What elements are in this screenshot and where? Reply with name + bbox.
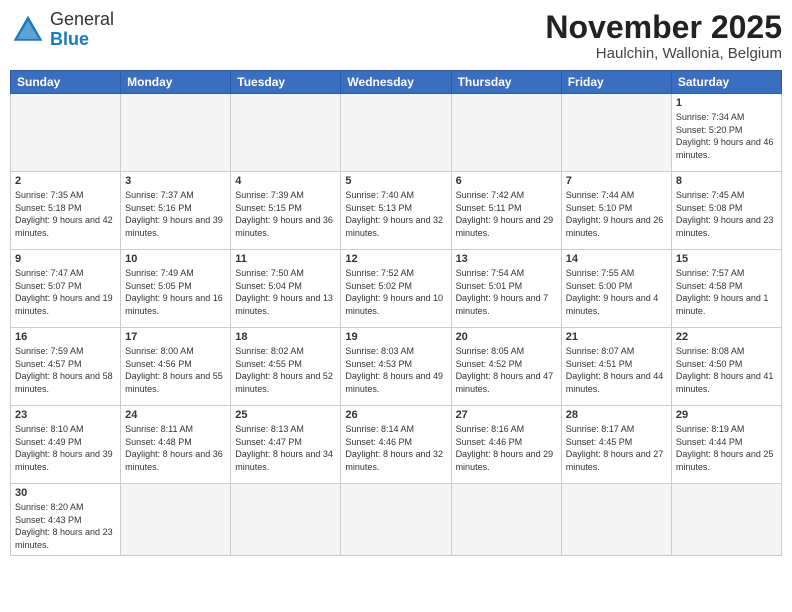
day-27: 27 Sunrise: 8:16 AMSunset: 4:46 PMDaylig…	[451, 406, 561, 484]
calendar-subtitle: Haulchin, Wallonia, Belgium	[545, 45, 782, 62]
logo-blue-text: Blue	[50, 29, 89, 49]
day-12: 12 Sunrise: 7:52 AMSunset: 5:02 PMDaylig…	[341, 250, 451, 328]
day-21: 21 Sunrise: 8:07 AMSunset: 4:51 PMDaylig…	[561, 328, 671, 406]
day-16: 16 Sunrise: 7:59 AMSunset: 4:57 PMDaylig…	[11, 328, 121, 406]
day-17: 17 Sunrise: 8:00 AMSunset: 4:56 PMDaylig…	[121, 328, 231, 406]
week-row-1: 1 Sunrise: 7:34 AM Sunset: 5:20 PM Dayli…	[11, 94, 782, 172]
empty-cell	[341, 94, 451, 172]
sunset-val: 5:20 PM	[709, 125, 743, 135]
day-29: 29 Sunrise: 8:19 AMSunset: 4:44 PMDaylig…	[671, 406, 781, 484]
day-28: 28 Sunrise: 8:17 AMSunset: 4:45 PMDaylig…	[561, 406, 671, 484]
page: General Blue November 2025 Haulchin, Wal…	[0, 0, 792, 612]
sunrise-val: 7:34 AM	[711, 112, 744, 122]
calendar-table: Sunday Monday Tuesday Wednesday Thursday…	[10, 70, 782, 555]
header-tuesday: Tuesday	[231, 71, 341, 94]
day-4: 4 Sunrise: 7:39 AMSunset: 5:15 PMDayligh…	[231, 172, 341, 250]
header-sunday: Sunday	[11, 71, 121, 94]
week-row-4: 16 Sunrise: 7:59 AMSunset: 4:57 PMDaylig…	[11, 328, 782, 406]
logo: General Blue	[10, 10, 114, 50]
empty-cell	[451, 484, 561, 555]
day-24: 24 Sunrise: 8:11 AMSunset: 4:48 PMDaylig…	[121, 406, 231, 484]
day-2: 2 Sunrise: 7:35 AMSunset: 5:18 PMDayligh…	[11, 172, 121, 250]
day-1: 1 Sunrise: 7:34 AM Sunset: 5:20 PM Dayli…	[671, 94, 781, 172]
header-wednesday: Wednesday	[341, 71, 451, 94]
empty-cell	[121, 94, 231, 172]
empty-cell	[11, 94, 121, 172]
empty-cell	[231, 484, 341, 555]
day-10: 10 Sunrise: 7:49 AMSunset: 5:05 PMDaylig…	[121, 250, 231, 328]
day-6: 6 Sunrise: 7:42 AMSunset: 5:11 PMDayligh…	[451, 172, 561, 250]
empty-cell	[451, 94, 561, 172]
header: General Blue November 2025 Haulchin, Wal…	[10, 10, 782, 62]
day-19: 19 Sunrise: 8:03 AMSunset: 4:53 PMDaylig…	[341, 328, 451, 406]
empty-cell	[231, 94, 341, 172]
day-25: 25 Sunrise: 8:13 AMSunset: 4:47 PMDaylig…	[231, 406, 341, 484]
weekday-header-row: Sunday Monday Tuesday Wednesday Thursday…	[11, 71, 782, 94]
day-13: 13 Sunrise: 7:54 AMSunset: 5:01 PMDaylig…	[451, 250, 561, 328]
day-30: 30 Sunrise: 8:20 AMSunset: 4:43 PMDaylig…	[11, 484, 121, 555]
day-7: 7 Sunrise: 7:44 AMSunset: 5:10 PMDayligh…	[561, 172, 671, 250]
day-9: 9 Sunrise: 7:47 AMSunset: 5:07 PMDayligh…	[11, 250, 121, 328]
empty-cell	[121, 484, 231, 555]
empty-cell	[561, 94, 671, 172]
week-row-5: 23 Sunrise: 8:10 AMSunset: 4:49 PMDaylig…	[11, 406, 782, 484]
empty-cell	[671, 484, 781, 555]
day-11: 11 Sunrise: 7:50 AMSunset: 5:04 PMDaylig…	[231, 250, 341, 328]
day-number: 1	[676, 97, 777, 109]
sunrise-label: Sunrise:	[676, 112, 709, 122]
header-thursday: Thursday	[451, 71, 561, 94]
header-friday: Friday	[561, 71, 671, 94]
header-saturday: Saturday	[671, 71, 781, 94]
day-23: 23 Sunrise: 8:10 AMSunset: 4:49 PMDaylig…	[11, 406, 121, 484]
empty-cell	[561, 484, 671, 555]
day-info: Sunrise: 7:34 AM Sunset: 5:20 PM Dayligh…	[676, 111, 777, 161]
logo-icon	[10, 12, 46, 48]
title-block: November 2025 Haulchin, Wallonia, Belgiu…	[545, 10, 782, 62]
day-8: 8 Sunrise: 7:45 AMSunset: 5:08 PMDayligh…	[671, 172, 781, 250]
day-5: 5 Sunrise: 7:40 AMSunset: 5:13 PMDayligh…	[341, 172, 451, 250]
day-18: 18 Sunrise: 8:02 AMSunset: 4:55 PMDaylig…	[231, 328, 341, 406]
daylight-label: Daylight:	[676, 137, 711, 147]
header-monday: Monday	[121, 71, 231, 94]
day-15: 15 Sunrise: 7:57 AMSunset: 4:58 PMDaylig…	[671, 250, 781, 328]
day-14: 14 Sunrise: 7:55 AMSunset: 5:00 PMDaylig…	[561, 250, 671, 328]
day-3: 3 Sunrise: 7:37 AMSunset: 5:16 PMDayligh…	[121, 172, 231, 250]
week-row-2: 2 Sunrise: 7:35 AMSunset: 5:18 PMDayligh…	[11, 172, 782, 250]
day-26: 26 Sunrise: 8:14 AMSunset: 4:46 PMDaylig…	[341, 406, 451, 484]
day-20: 20 Sunrise: 8:05 AMSunset: 4:52 PMDaylig…	[451, 328, 561, 406]
calendar-title: November 2025	[545, 10, 782, 45]
logo-general-text: General	[50, 9, 114, 29]
logo-text: General Blue	[50, 10, 114, 50]
sunset-label: Sunset:	[676, 125, 707, 135]
empty-cell	[341, 484, 451, 555]
week-row-3: 9 Sunrise: 7:47 AMSunset: 5:07 PMDayligh…	[11, 250, 782, 328]
week-row-6: 30 Sunrise: 8:20 AMSunset: 4:43 PMDaylig…	[11, 484, 782, 555]
day-22: 22 Sunrise: 8:08 AMSunset: 4:50 PMDaylig…	[671, 328, 781, 406]
